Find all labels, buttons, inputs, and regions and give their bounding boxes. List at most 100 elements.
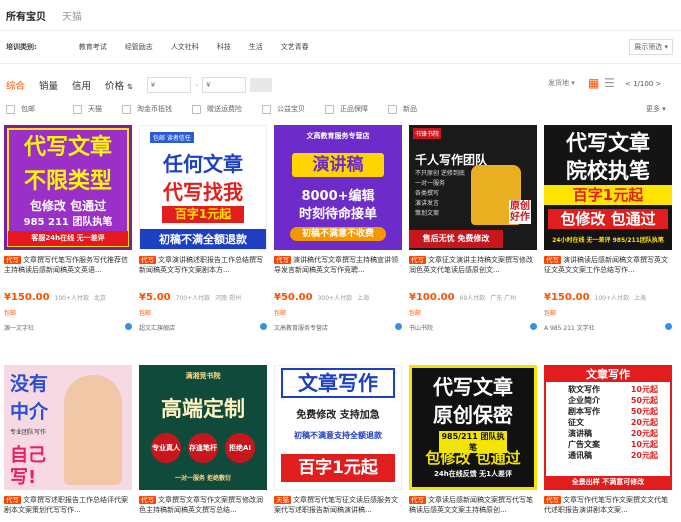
category-item[interactable]: 文艺青春 (281, 42, 309, 52)
product-image[interactable]: 文高教育服务专营店 演讲稿 8000+编辑 时刻待命接单 初稿不满意不收费 (274, 125, 402, 250)
paid-count: 300+人付款 (317, 295, 353, 302)
price-min-input[interactable] (146, 77, 191, 93)
paid-count: 100+人付款 (594, 295, 630, 302)
divider (0, 63, 681, 64)
price-list-row: 征文 20元起 (568, 418, 658, 427)
product-price: ¥5.00 (139, 292, 171, 303)
checkbox-filters: 包邮 天猫 淘金币抵钱 赠送运费险 公益宝贝 正品保障 新品 (6, 104, 437, 114)
product-title[interactable]: 代写 文章演讲稿述职报告工作总结撰写新闻稿英文写作文案剧本方... (139, 255, 267, 275)
expand-filters-button[interactable]: 展示筛选 ▾ (629, 39, 673, 55)
shop-name[interactable]: 文高教育服务专营店 (274, 323, 328, 332)
filter-insurance[interactable]: 赠送运费险 (192, 104, 242, 114)
product-location: 广东 广州 (490, 295, 517, 302)
paid-count: 100+人付款 (54, 295, 90, 302)
product-image[interactable]: 文章写作 软文写作 10元起 企业简介 50元起 剧本写作 50元起 征文 20元起 演讲稿 20… (544, 365, 672, 490)
price-confirm-button[interactable] (250, 78, 273, 92)
category-filter: 培训类别: 教育考试 经管励志 人文社科 科技 生活 文艺青春 (6, 42, 327, 52)
more-filters-button[interactable]: 更多 ▾ (646, 104, 666, 114)
price-list-row: 剧本写作 50元起 (568, 407, 658, 416)
filter-coins[interactable]: 淘金币抵钱 (122, 104, 172, 114)
filter-tmall[interactable]: 天猫 (73, 104, 102, 114)
price-list-row: 演讲稿 20元起 (568, 429, 658, 438)
checkbox-icon (6, 104, 15, 114)
divider (0, 30, 681, 31)
tab-all-items[interactable]: 所有宝贝 (6, 8, 46, 26)
free-shipping-badge: 包邮 (409, 310, 422, 317)
category-item[interactable]: 经管励志 (125, 42, 153, 52)
product-title[interactable]: 代写 文章撰写述职报告工作总结评代案剧本文案策划代写写作... (4, 495, 132, 515)
product-card[interactable]: 书锋书院 千人写作团队 不只原创 逆修到底 一对一服务 各类撰写 演讲发言 策划… (409, 125, 537, 332)
free-shipping-badge: 包邮 (4, 310, 17, 317)
filter-free-shipping[interactable]: 包邮 (6, 104, 35, 114)
product-title[interactable]: 代写 演讲稿代写文章撰写主持稿宣讲领导发言新闻稿英文写作竞聘... (274, 255, 402, 275)
category-item[interactable]: 生活 (249, 42, 263, 52)
product-location: 上海 (357, 295, 370, 302)
product-image[interactable]: 文章写作 免费修改 支持加急 初稿不满意支持全额退款 百字1元起 (274, 365, 402, 490)
wangwang-chat-icon[interactable] (530, 323, 537, 330)
product-image[interactable]: 包邮 读者信任 任何文章 代写找我 百字1元起 初稿不满全额退款 (139, 125, 267, 250)
price-range: - (146, 77, 273, 93)
pager[interactable]: < 1/100 > (625, 80, 661, 88)
checkbox-icon (325, 104, 334, 114)
price-list-row: 软文写作 10元起 (568, 385, 658, 394)
sort-bar: 综合 销量 信用 价格 ⇅ - (6, 77, 273, 93)
price-list-row: 通讯稿 20元起 (568, 451, 658, 460)
wangwang-chat-icon[interactable] (395, 323, 402, 330)
category-item[interactable]: 人文社科 (171, 42, 199, 52)
filter-new[interactable]: 新品 (388, 104, 417, 114)
product-price: ¥150.00 (4, 292, 50, 303)
product-title[interactable]: 代写 文章写作代笔写作文案撰文文代笔代述职报告演讲剧本文案... (544, 495, 672, 515)
sort-credit[interactable]: 信用 (72, 78, 91, 92)
checkbox-icon (388, 104, 397, 114)
grid-view-icon[interactable]: ▦ (588, 76, 599, 90)
product-card[interactable]: 没有 中介 自己 写! 专业团队写作 代写 文章撰写述职报告工作总结评代案剧本文案… (4, 365, 132, 515)
product-title[interactable]: 代写 文章撰写文章写作文案撰写修改润色主持稿新闻稿英文撰写总结... (139, 495, 267, 515)
product-image[interactable]: 代写文章 院校执笔 百字1元起 包修改 包通过 24小时在线 无一差评 985/… (544, 125, 672, 250)
price-max-input[interactable] (202, 77, 247, 93)
product-card[interactable]: 文章写作 免费修改 支持加急 初稿不满意支持全额退款 百字1元起 天猫 文章撰写代… (274, 365, 402, 515)
free-shipping-badge: 包邮 (139, 310, 152, 317)
category-item[interactable]: 教育考试 (79, 42, 107, 52)
free-shipping-badge: 包邮 (274, 310, 287, 317)
checkbox-icon (192, 104, 201, 114)
category-label: 培训类别: (6, 43, 37, 51)
product-image[interactable]: 没有 中介 自己 写! 专业团队写作 (4, 365, 132, 490)
product-card[interactable]: 文高教育服务专营店 演讲稿 8000+编辑 时刻待命接单 初稿不满意不收费 代写… (274, 125, 402, 332)
product-price: ¥150.00 (544, 292, 590, 303)
filter-genuine[interactable]: 正品保障 (325, 104, 368, 114)
product-card[interactable]: 包邮 读者信任 任何文章 代写找我 百字1元起 初稿不满全额退款 代写 文章演讲稿… (139, 125, 267, 332)
product-image[interactable]: 书锋书院 千人写作团队 不只原创 逆修到底 一对一服务 各类撰写 演讲发言 策划… (409, 125, 537, 250)
product-title[interactable]: 代写 文章读后感新闻稿文案撰写代写笔稿读后感英文文案主持稿原创... (409, 495, 537, 515)
sort-sales[interactable]: 销量 (39, 78, 58, 92)
product-title[interactable]: 代写 文章撰写代笔写作服务写代推荐信主持稿读后感新闻稿英文英语... (4, 255, 132, 275)
price-list-row: 企业简介 50元起 (568, 396, 658, 405)
shop-name[interactable]: 超文汇旗舰店 (139, 323, 175, 332)
shop-name[interactable]: A 985 211 文学社 (544, 323, 595, 332)
shop-name[interactable]: 书山书院 (409, 323, 433, 332)
product-card[interactable]: 代写文章 院校执笔 百字1元起 包修改 包通过 24小时在线 无一差评 985/… (544, 125, 672, 332)
free-shipping-badge: 包邮 (544, 310, 557, 317)
wangwang-chat-icon[interactable] (125, 323, 132, 330)
shop-tabs: 所有宝贝 天猫 (6, 8, 82, 26)
wangwang-chat-icon[interactable] (260, 323, 267, 330)
product-title[interactable]: 代写 演讲稿读后感新闻稿文章撰写英文征文英文文案工作总结写作... (544, 255, 672, 275)
sort-price[interactable]: 价格 ⇅ (105, 78, 133, 92)
product-card[interactable]: 满湘竞书院 高端定制 专业真人 存逢笔杆 拒绝AI 一对一服务 拒绝敷衍 代写文… (139, 365, 267, 515)
list-view-icon[interactable]: ☰ (604, 76, 615, 90)
shop-name[interactable]: 源一文字社 (4, 323, 34, 332)
filter-charity[interactable]: 公益宝贝 (262, 104, 305, 114)
category-item[interactable]: 科技 (217, 42, 231, 52)
product-title[interactable]: 天猫 文章撰写代笔写征文读后感服务文案代写述职报告新闻稿演讲稿... (274, 495, 402, 515)
wangwang-chat-icon[interactable] (665, 323, 672, 330)
product-card[interactable]: 代写文章 原创保密 985/211 团队执笔 包修改 包通过 24h在线反馈 无… (409, 365, 537, 515)
tab-tmall[interactable]: 天猫 (62, 8, 82, 26)
product-card[interactable]: 文章写作 软文写作 10元起 企业简介 50元起 剧本写作 50元起 征文 20元起 演讲稿 20… (544, 365, 672, 515)
product-price: ¥50.00 (274, 292, 313, 303)
product-title[interactable]: 代写 文章征文演讲主持稿文案撰写修改润色英文代笔读后感原创文... (409, 255, 537, 275)
product-image[interactable]: 代写文章 原创保密 985/211 团队执笔 包修改 包通过 24h在线反馈 无… (409, 365, 537, 490)
product-image[interactable]: 满湘竞书院 高端定制 专业真人 存逢笔杆 拒绝AI 一对一服务 拒绝敷衍 (139, 365, 267, 490)
shipping-origin-select[interactable]: 发货地 ▾ (548, 78, 575, 88)
product-card[interactable]: 代写文章 不限类型 包修改 包通过 985 211 团队执笔 客服24h在线 无… (4, 125, 132, 332)
product-image[interactable]: 代写文章 不限类型 包修改 包通过 985 211 团队执笔 客服24h在线 无… (4, 125, 132, 250)
sort-default[interactable]: 综合 (6, 78, 25, 92)
